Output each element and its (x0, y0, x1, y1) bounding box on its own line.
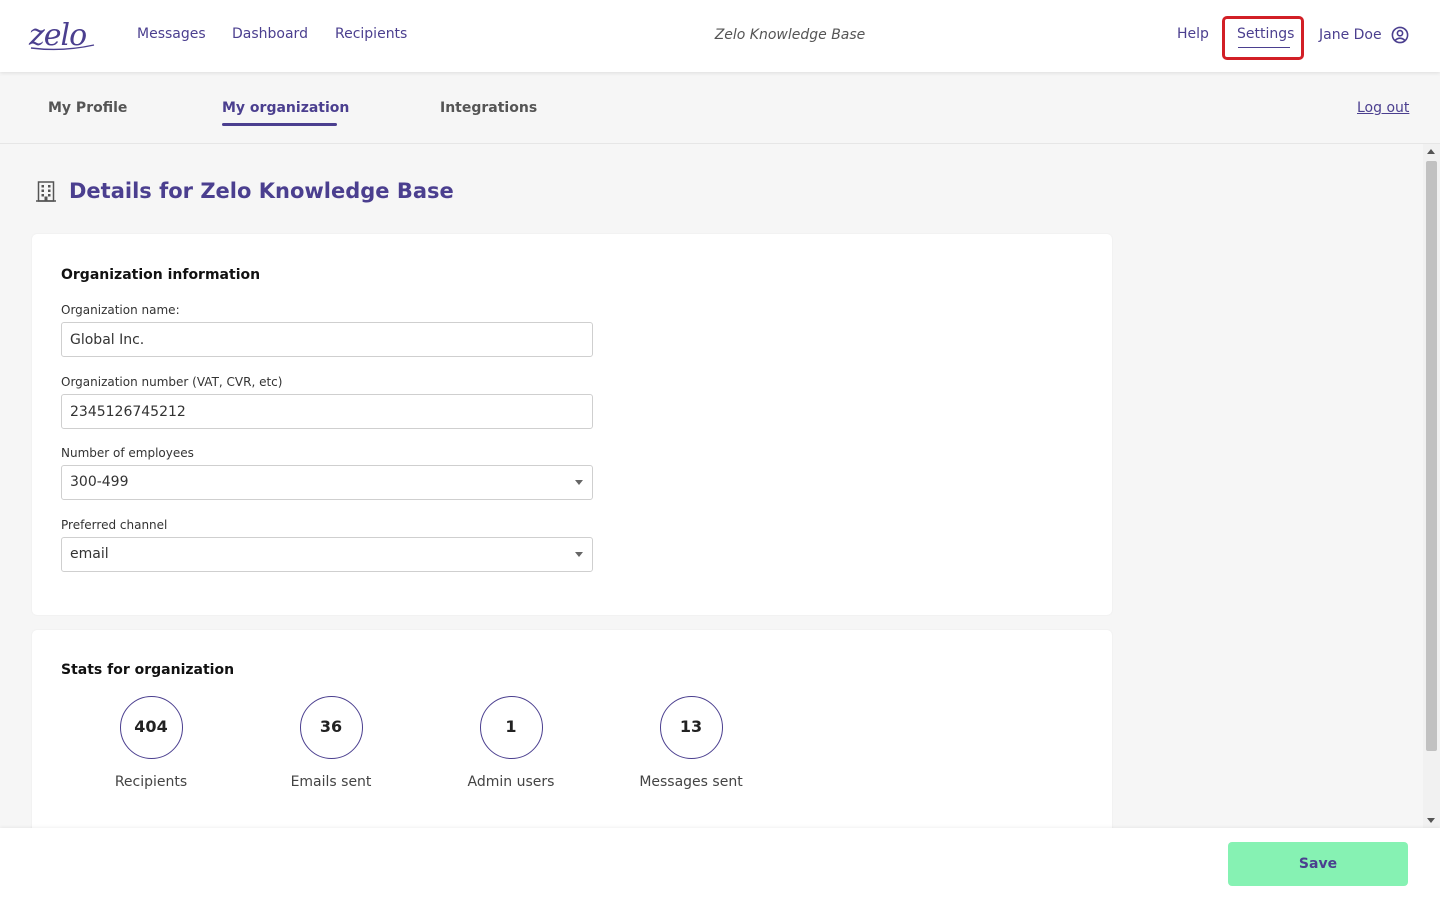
building-icon (36, 181, 56, 202)
preferred-channel-select[interactable]: email (61, 537, 593, 572)
tab-integrations[interactable]: Integrations (440, 99, 537, 117)
tab-my-profile[interactable]: My Profile (48, 99, 127, 117)
organization-information-card: Organization information Organization na… (32, 234, 1112, 615)
number-of-employees-select[interactable]: 300-499 (61, 465, 593, 500)
settings-subnav (0, 72, 1440, 144)
scrollbar-thumb[interactable] (1426, 161, 1437, 751)
footer-bar: Save (0, 828, 1440, 900)
stat-messages-sent: 13 Messages sent (611, 696, 771, 791)
nav-recipients[interactable]: Recipients (335, 25, 407, 43)
stat-recipients: 404 Recipients (71, 696, 231, 791)
logout-link[interactable]: Log out (1357, 99, 1409, 117)
user-circle-icon[interactable] (1391, 26, 1409, 44)
stat-admin-users: 1 Admin users (431, 696, 591, 791)
tab-my-organization[interactable]: My organization (222, 99, 349, 117)
organization-name-input[interactable] (61, 322, 593, 357)
page-title: Details for Zelo Knowledge Base (69, 179, 454, 203)
nav-help[interactable]: Help (1177, 25, 1209, 43)
workspace-title: Zelo Knowledge Base (714, 27, 866, 43)
organization-number-input[interactable] (61, 394, 593, 429)
nav-messages[interactable]: Messages (137, 25, 206, 43)
scroll-down-arrow-icon[interactable] (1427, 818, 1435, 823)
chevron-down-icon (575, 480, 583, 485)
stat-recipients-label: Recipients (114, 774, 188, 790)
zelo-logo[interactable]: zelo (28, 18, 96, 52)
nav-settings[interactable]: Settings (1237, 25, 1294, 43)
stat-recipients-value: 404 (119, 696, 183, 759)
nav-dashboard[interactable]: Dashboard (232, 25, 308, 43)
stats-heading: Stats for organization (61, 662, 235, 678)
stat-emails-sent-label: Emails sent (290, 774, 372, 790)
stat-admin-users-label: Admin users (467, 774, 555, 790)
organization-information-heading: Organization information (61, 267, 261, 283)
number-of-employees-label: Number of employees (61, 446, 194, 460)
chevron-down-icon (575, 552, 583, 557)
preferred-channel-label: Preferred channel (61, 518, 168, 532)
user-name[interactable]: Jane Doe (1319, 26, 1382, 44)
vertical-scrollbar[interactable] (1423, 144, 1440, 828)
stat-messages-sent-value: 13 (659, 696, 723, 759)
save-button[interactable]: Save (1228, 842, 1408, 886)
top-navigation-bar: zelo Messages Dashboard Recipients Zelo … (0, 0, 1440, 72)
number-of-employees-value: 300-499 (70, 474, 129, 490)
stat-messages-sent-label: Messages sent (639, 774, 743, 790)
organization-number-label: Organization number (VAT, CVR, etc) (61, 375, 283, 389)
stat-emails-sent-value: 36 (299, 696, 363, 759)
stat-emails-sent: 36 Emails sent (251, 696, 411, 791)
organization-name-label: Organization name: (61, 303, 180, 317)
scroll-up-arrow-icon[interactable] (1427, 149, 1435, 154)
stat-admin-users-value: 1 (479, 696, 543, 759)
svg-text:zelo: zelo (28, 18, 86, 52)
settings-active-underline (1238, 47, 1290, 48)
active-tab-underline (222, 123, 337, 126)
preferred-channel-value: email (70, 546, 109, 562)
